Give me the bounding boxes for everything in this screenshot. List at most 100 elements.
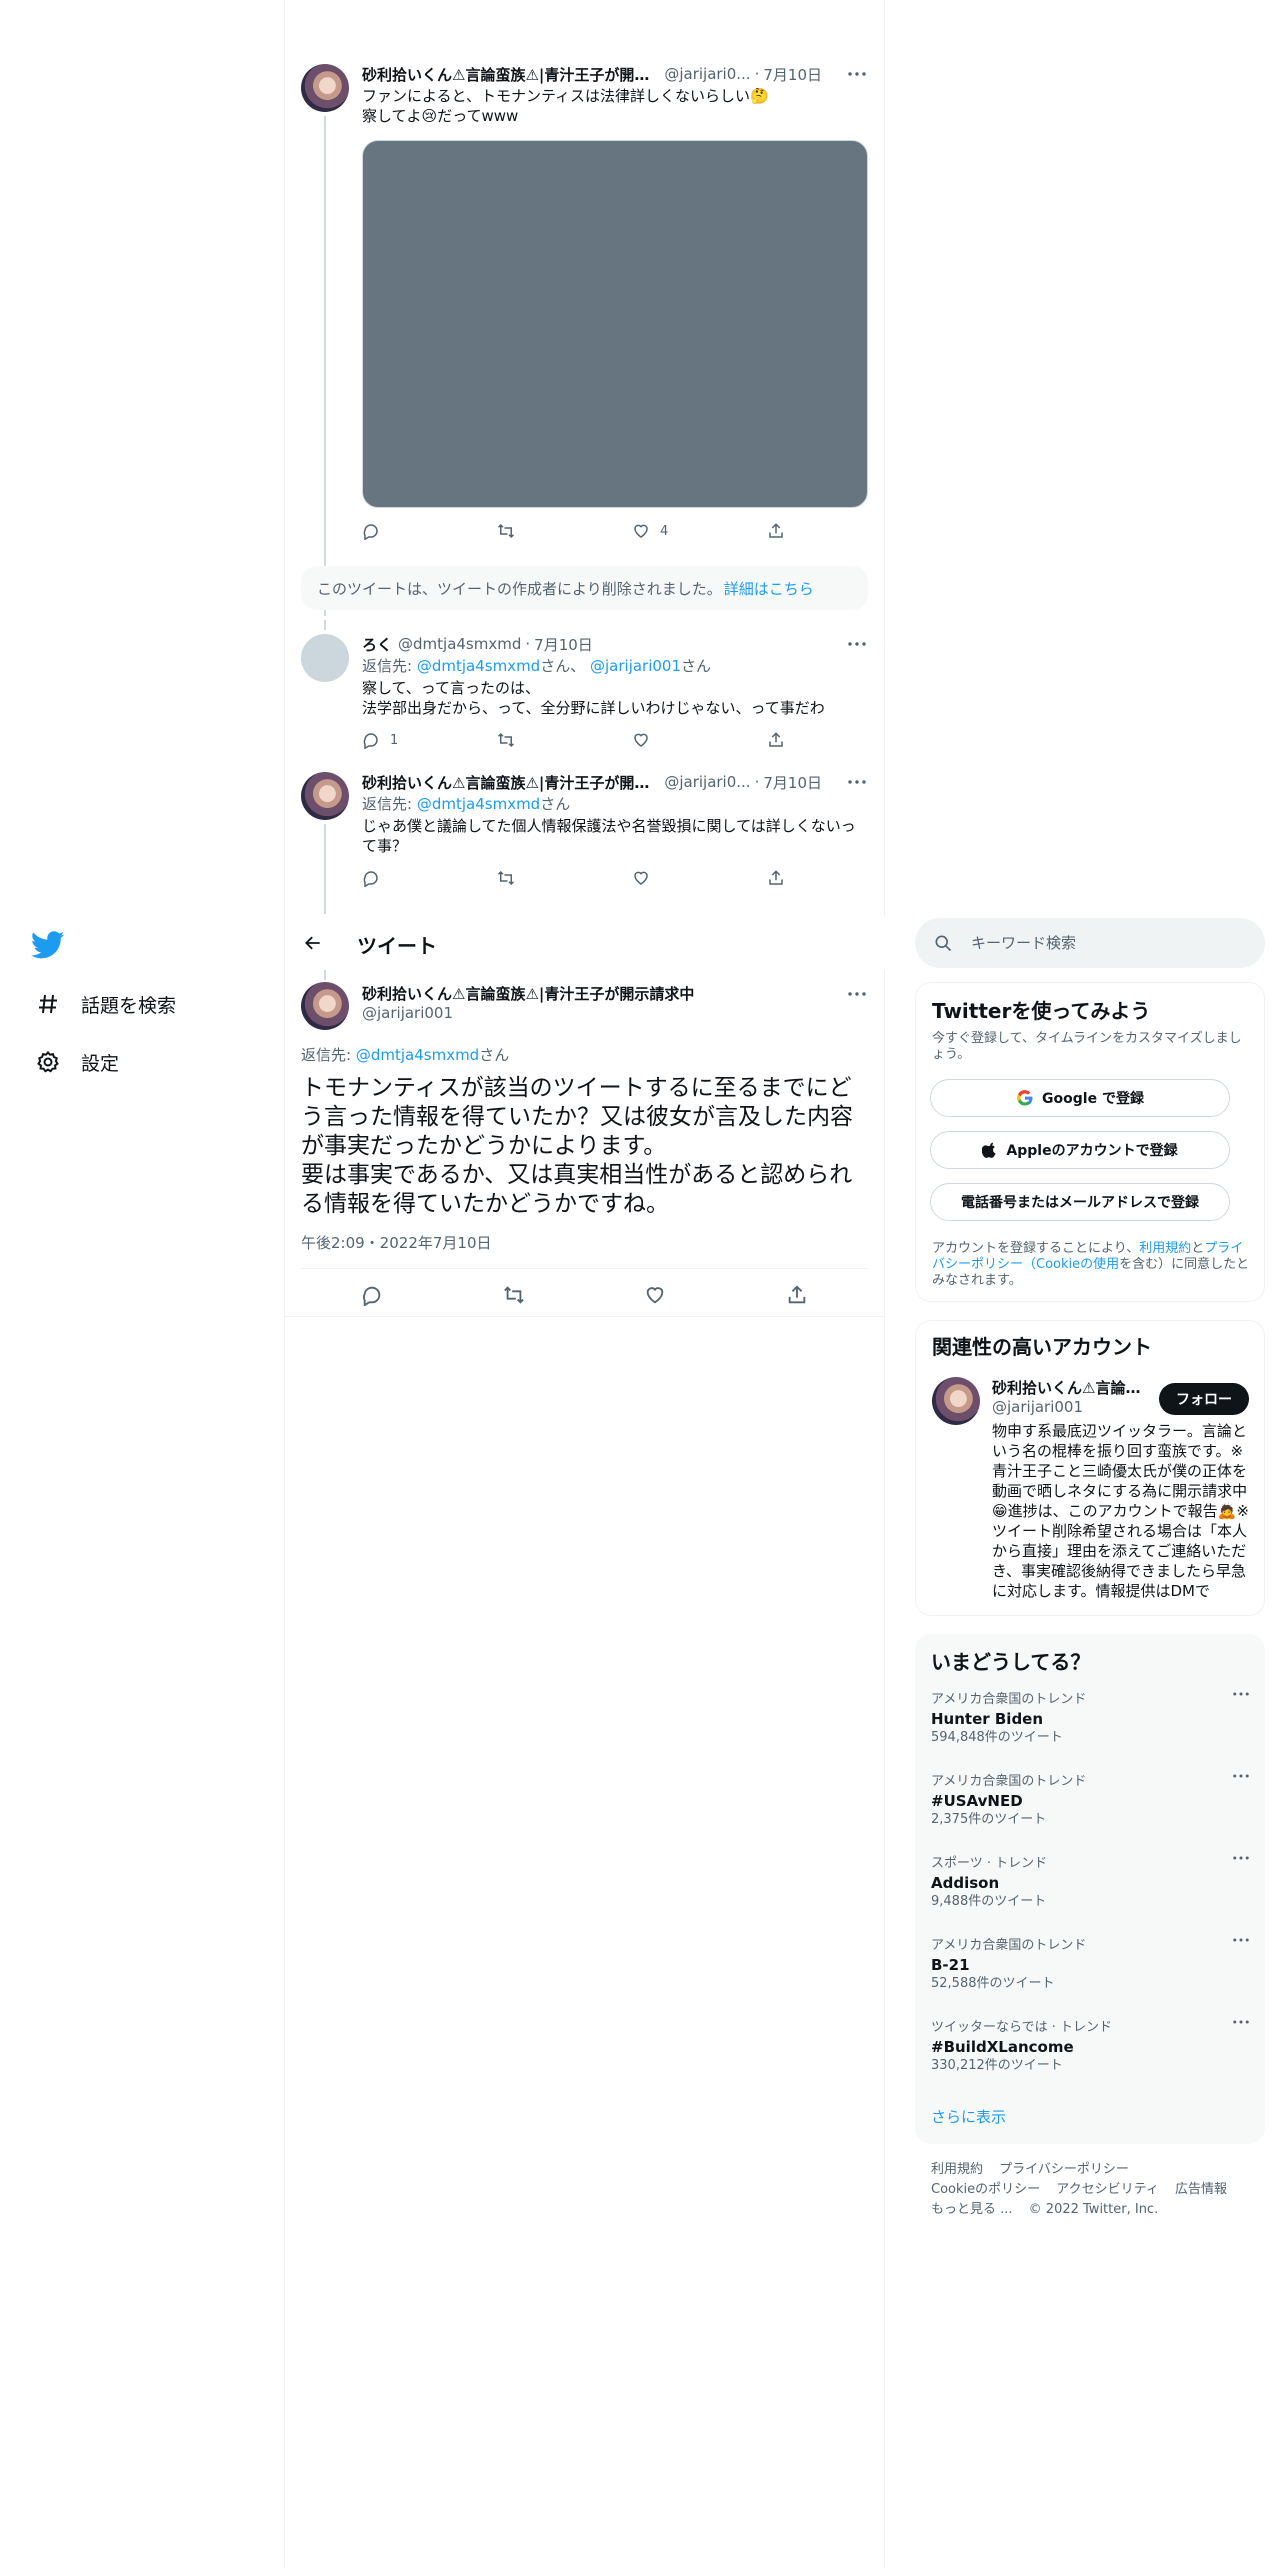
like-button[interactable] [632, 730, 767, 750]
mention-link[interactable]: @dmtja4smxmd [356, 1046, 479, 1064]
heart-icon[interactable] [640, 1280, 670, 1310]
more-options-icon[interactable] [1233, 1774, 1249, 1778]
trend-item[interactable]: ツイッターならでは · トレンド #BuildXLancome 330,212件… [931, 2020, 1249, 2074]
avatar[interactable] [932, 1377, 980, 1425]
footer-cookie-link[interactable]: Cookieのポリシー [931, 2182, 1040, 2197]
tweet-timestamp[interactable]: 午後2:09・2022年7月10日 [301, 1232, 492, 1253]
author-name[interactable]: ろく [362, 634, 392, 655]
author-name[interactable]: 砂利拾いくん⚠言論蛮族⚠|青汁王子が開示請求中 [362, 983, 694, 1004]
trend-count: 9,488件のツイート [931, 1894, 1047, 1909]
reply-button[interactable]: 1 [362, 730, 497, 750]
mention-link[interactable]: @dmtja4smxmd [417, 795, 540, 813]
account-handle[interactable]: @jarijari001 [992, 1398, 1083, 1416]
mention-link[interactable]: @dmtja4smxmd [417, 657, 540, 675]
more-options-icon[interactable] [845, 64, 869, 84]
tweet-media[interactable] [362, 140, 868, 508]
reply-icon [362, 731, 390, 749]
nav-settings-label: 設定 [81, 1052, 120, 1075]
tweet-header: 砂利拾いくん⚠言論蛮族⚠|青汁王子が開示請... @jarijari0... ·… [362, 64, 822, 84]
reply-icon[interactable] [357, 1280, 387, 1310]
author-name[interactable]: 砂利拾いくん⚠言論蛮族⚠|青汁王子が開示請... [362, 772, 658, 793]
author-handle[interactable]: @jarijari001 [362, 1004, 453, 1022]
apple-signup-button[interactable]: Appleのアカウントで登録 [930, 1131, 1230, 1169]
author-name[interactable]: 砂利拾いくん⚠言論蛮族⚠|青汁王子が開示請... [362, 64, 658, 85]
like-button[interactable]: 4 [632, 521, 767, 541]
retweet-icon[interactable] [499, 1280, 529, 1310]
trend-item[interactable]: アメリカ合衆国のトレンド B-21 52,588件のツイート [931, 1938, 1249, 1992]
more-options-icon[interactable] [1233, 1692, 1249, 1696]
trend-item[interactable]: アメリカ合衆国のトレンド #USAvNED 2,375件のツイート [931, 1774, 1249, 1828]
retweet-button[interactable] [497, 521, 632, 541]
tweet-text-line: 察して、って言ったのは、 [362, 679, 541, 697]
search-icon [933, 933, 953, 953]
author-handle[interactable]: @jarijari0... [664, 773, 750, 791]
reply-icon [362, 869, 390, 887]
author-handle[interactable]: @dmtja4smxmd [398, 635, 521, 653]
share-icon [767, 522, 795, 540]
retweet-icon [497, 731, 525, 749]
avatar[interactable] [301, 634, 349, 682]
tweet-text-line: 法学部出身だから、って、全分野に詳しいわけじゃない、って事だわ [362, 699, 825, 717]
thread-line [324, 116, 326, 616]
tweet-actions: 4 [362, 521, 902, 541]
share-button[interactable] [767, 868, 902, 888]
like-button[interactable] [632, 868, 767, 888]
nav-explore-label: 話題を検索 [81, 994, 177, 1017]
reply-prefix: 返信先: [362, 657, 413, 675]
retweet-button[interactable] [497, 868, 632, 888]
terms-link[interactable]: 利用規約 [1139, 1241, 1191, 1256]
footer-privacy-link[interactable]: プライバシーポリシー [999, 2162, 1129, 2177]
tweet-text: ファンによると、トモナンティスは法律詳しくないらしい🤔 察してよ😢だってwww [362, 86, 862, 126]
hashtag-icon [33, 989, 63, 1019]
twitter-logo-icon[interactable] [31, 928, 65, 962]
account-bio: 物申す系最底辺ツイッタラー。言論という名の棍棒を振り回す蛮族です。※青汁王子こと… [992, 1422, 1249, 1600]
trend-item[interactable]: スポーツ · トレンド Addison 9,488件のツイート [931, 1856, 1249, 1910]
nav-explore[interactable]: 話題を検索 [33, 984, 176, 1024]
share-button[interactable] [767, 521, 902, 541]
back-arrow-icon[interactable] [301, 931, 325, 955]
thread-line [324, 970, 326, 980]
phone-email-signup-button[interactable]: 電話番号またはメールアドレスで登録 [930, 1183, 1230, 1221]
retweet-button[interactable] [497, 730, 632, 750]
search-bar[interactable] [915, 918, 1265, 968]
share-button[interactable] [767, 730, 902, 750]
footer-ads-link[interactable]: 広告情報 [1175, 2182, 1227, 2197]
follow-button[interactable]: フォロー [1159, 1383, 1249, 1415]
avatar[interactable] [301, 64, 349, 112]
footer-accessibility-link[interactable]: アクセシビリティ [1056, 2182, 1159, 2197]
legal-text: アカウントを登録することにより、 [932, 1241, 1140, 1256]
show-more-link[interactable]: さらに表示 [931, 2106, 1006, 2127]
more-options-icon[interactable] [845, 984, 869, 1004]
author-handle[interactable]: @jarijari0... [664, 65, 750, 83]
left-nav: 話題を検索 設定 [0, 0, 285, 2568]
avatar[interactable] [301, 982, 349, 1030]
reply-button[interactable] [362, 521, 497, 541]
more-options-icon[interactable] [845, 772, 869, 792]
share-icon[interactable] [782, 1280, 812, 1310]
more-options-icon[interactable] [1233, 1938, 1249, 1942]
nav-settings[interactable]: 設定 [33, 1042, 119, 1082]
google-signup-button[interactable]: Google で登録 [930, 1079, 1230, 1117]
footer-more-link[interactable]: もっと見る ... [931, 2202, 1013, 2217]
reply-button[interactable] [362, 868, 497, 888]
footer-terms-link[interactable]: 利用規約 [931, 2162, 983, 2177]
like-count: 4 [660, 523, 669, 539]
tweet-date[interactable]: 7月10日 [534, 634, 593, 655]
tweet-actions [362, 868, 902, 888]
reply-context: 返信先: @dmtja4smxmdさん [362, 794, 570, 814]
learn-more-link[interactable]: 詳細はこちら [724, 578, 814, 599]
more-options-icon[interactable] [1233, 1856, 1249, 1860]
phone-email-signup-label: 電話番号またはメールアドレスで登録 [961, 1195, 1199, 1211]
trend-context: スポーツ · トレンド [931, 1856, 1048, 1871]
tweet-actions: 1 [362, 730, 902, 750]
tweet-date[interactable]: 7月10日 [763, 772, 822, 793]
trend-item[interactable]: アメリカ合衆国のトレンド Hunter Biden 594,848件のツイート [931, 1692, 1249, 1746]
search-input[interactable] [971, 928, 1251, 958]
mention-link[interactable]: @jarijari001 [590, 657, 681, 675]
more-options-icon[interactable] [845, 634, 869, 654]
tweet-date[interactable]: 7月10日 [763, 64, 822, 85]
trend-name: B-21 [931, 1956, 970, 1974]
account-name[interactable]: 砂利拾いくん⚠言論... [992, 1377, 1142, 1398]
more-options-icon[interactable] [1233, 2020, 1249, 2024]
avatar[interactable] [301, 772, 349, 820]
